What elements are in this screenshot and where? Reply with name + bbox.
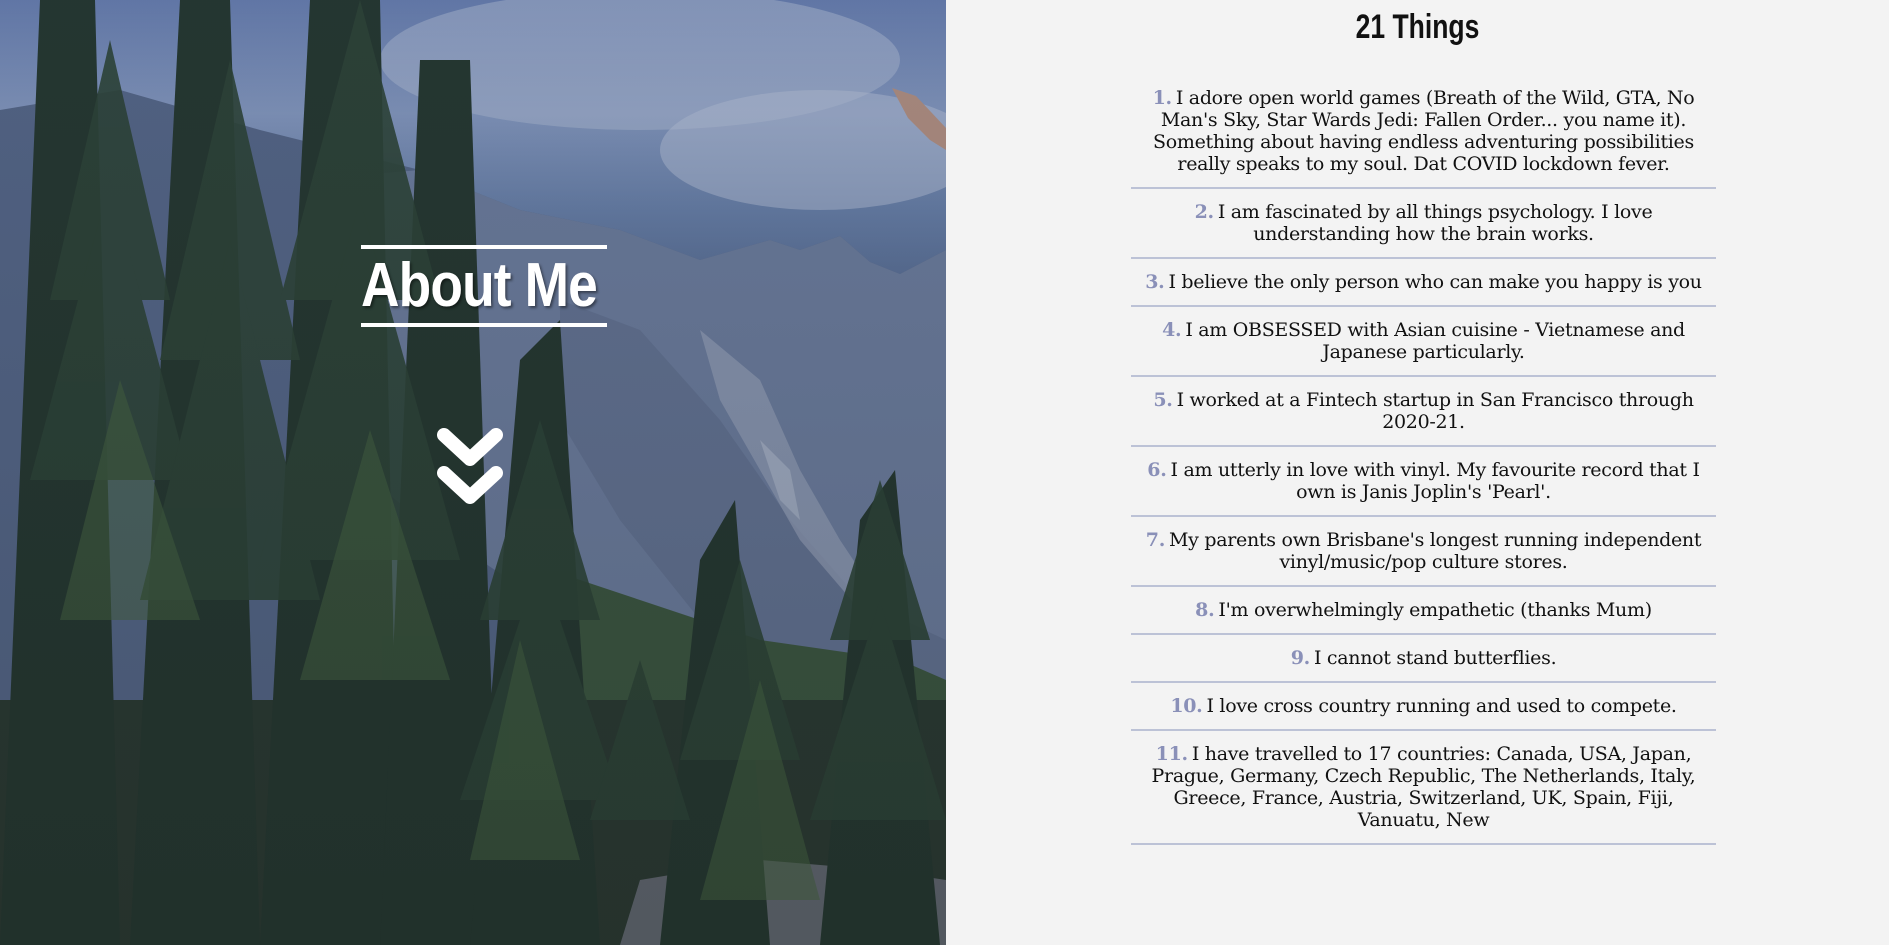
things-panel: 21 Things 1. I adore open world games (Br… (946, 0, 1889, 945)
double-chevron-down-icon (437, 428, 503, 504)
item-number: 7. (1145, 529, 1166, 551)
item-number: 3. (1145, 271, 1165, 293)
hero-section: About Me (0, 0, 946, 945)
list-item: 5. I worked at a Fintech startup in San F… (1131, 377, 1716, 447)
item-number: 2. (1194, 201, 1215, 223)
item-text: I cannot stand butterflies. (1313, 647, 1557, 669)
hero-title-frame: About Me (361, 245, 607, 327)
list-item: 4. I am OBSESSED with Asian cuisine - Vie… (1131, 307, 1716, 377)
list-item: 1. I adore open world games (Breath of th… (1131, 75, 1716, 189)
section-title: 21 Things (1355, 8, 1480, 46)
item-number: 11. (1155, 743, 1188, 765)
list-item: 10. I love cross country running and used… (1131, 683, 1716, 731)
item-text: I love cross country running and used to… (1206, 695, 1677, 717)
item-number: 10. (1170, 695, 1203, 717)
item-number: 9. (1290, 647, 1311, 669)
scroll-down-button[interactable] (434, 425, 506, 515)
item-number: 4. (1162, 319, 1182, 341)
list-item: 2. I am fascinated by all things psycholo… (1131, 189, 1716, 259)
item-text: I am utterly in love with vinyl. My favo… (1170, 459, 1700, 503)
page-title: About Me (361, 251, 598, 320)
item-number: 6. (1147, 459, 1167, 481)
item-number: 1. (1152, 87, 1173, 109)
list-item: 8. I'm overwhelmingly empathetic (thanks … (1131, 587, 1716, 635)
list-item: 11. I have travelled to 17 countries: Can… (1131, 731, 1716, 845)
list-item: 6. I am utterly in love with vinyl. My fa… (1131, 447, 1716, 517)
list-item: 7. My parents own Brisbane's longest runn… (1131, 517, 1716, 587)
item-number: 8. (1195, 599, 1215, 621)
item-text: I am OBSESSED with Asian cuisine - Vietn… (1185, 319, 1685, 363)
list-item: 3. I believe the only person who can make… (1131, 259, 1716, 307)
item-text: I adore open world games (Breath of the … (1153, 87, 1695, 175)
list-item: 9. I cannot stand butterflies. (1131, 635, 1716, 683)
things-list: 1. I adore open world games (Breath of th… (1131, 75, 1716, 845)
item-number: 5. (1153, 389, 1173, 411)
item-text: I am fascinated by all things psychology… (1217, 201, 1653, 245)
item-text: I worked at a Fintech startup in San Fra… (1176, 389, 1694, 433)
item-text: I believe the only person who can make y… (1168, 271, 1702, 293)
item-text: My parents own Brisbane's longest runnin… (1169, 529, 1702, 573)
item-text: I have travelled to 17 countries: Canada… (1151, 743, 1696, 831)
item-text: I'm overwhelmingly empathetic (thanks Mu… (1218, 599, 1652, 621)
